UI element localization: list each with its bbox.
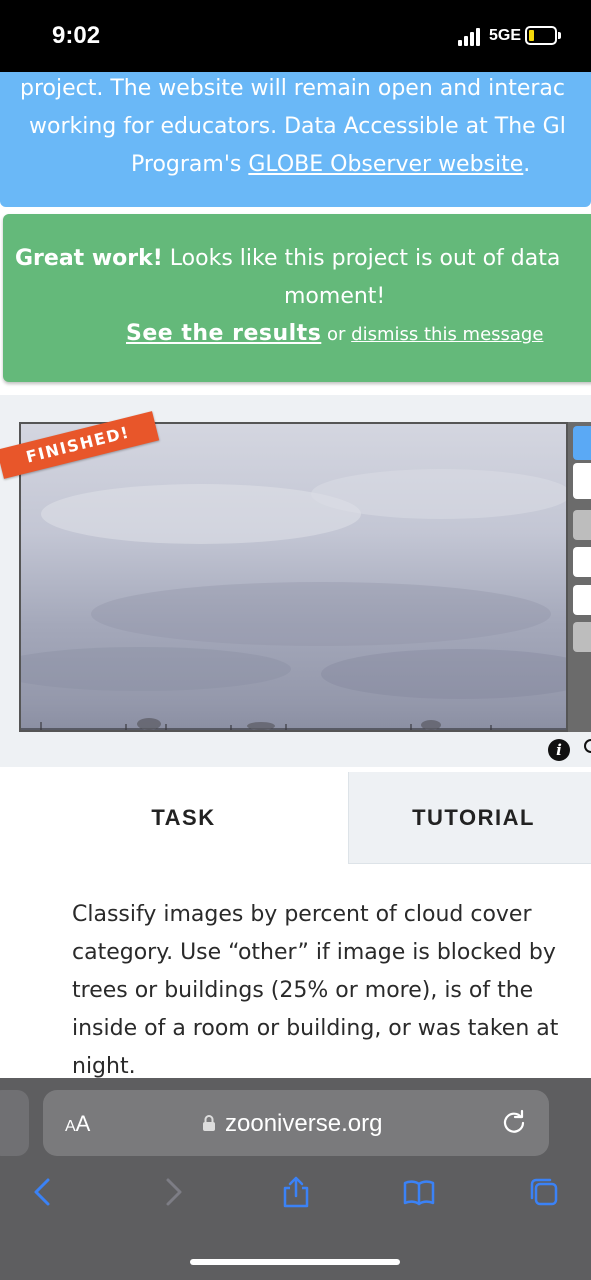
reader-settings-button[interactable]: AA <box>65 1111 90 1137</box>
see-results-link[interactable]: See the results <box>126 321 321 346</box>
network-label: 5GE <box>489 27 522 44</box>
toolbar-button[interactable] <box>573 585 591 615</box>
toolbar-button[interactable] <box>573 622 591 652</box>
forward-icon[interactable] <box>156 1176 188 1208</box>
share-icon[interactable] <box>280 1176 312 1208</box>
toolbar-button[interactable] <box>573 510 591 540</box>
lock-icon <box>203 1115 215 1131</box>
task-line: Classify images by percent of cloud cove… <box>72 902 532 927</box>
previous-tab-peek[interactable] <box>0 1090 29 1156</box>
url-text: zooniverse.org <box>225 1110 383 1137</box>
back-icon[interactable] <box>28 1176 60 1208</box>
reload-icon[interactable] <box>501 1109 527 1135</box>
task-line: trees or buildings (25% or more), is of … <box>72 978 534 1003</box>
battery-icon <box>525 26 557 45</box>
bookmarks-icon[interactable] <box>403 1176 435 1208</box>
finished-message: Great work! Looks like this project is o… <box>15 246 560 271</box>
announcement-banner: project. The website will remain open an… <box>0 72 591 207</box>
great-work-label: Great work! <box>15 246 163 271</box>
metadata-icon[interactable] <box>584 739 591 753</box>
announcement-suffix: . <box>523 152 531 177</box>
announcement-line-1: project. The website will remain open an… <box>20 76 565 101</box>
finished-message-line-2: moment! <box>284 284 386 309</box>
home-indicator <box>190 1259 400 1265</box>
address-bar[interactable]: AA zooniverse.org <box>43 1090 549 1156</box>
tab-tutorial[interactable]: TUTORIAL <box>348 772 591 864</box>
announcement-prefix: Program's <box>131 152 249 177</box>
announcement-line-3: Program's GLOBE Observer website. <box>131 146 530 184</box>
announcement-line-2: working for educators. Data Accessible a… <box>29 114 566 139</box>
task-line: inside of a room or building, or was tak… <box>72 1016 559 1041</box>
info-icon[interactable]: i <box>548 739 570 761</box>
or-label: or <box>321 324 352 345</box>
toolbar-button[interactable] <box>573 463 591 499</box>
subject-image[interactable] <box>19 422 568 732</box>
finished-text: Looks like this project is out of data <box>162 246 561 271</box>
tabs-icon[interactable] <box>528 1176 560 1208</box>
status-time: 9:02 <box>52 22 101 49</box>
globe-observer-link[interactable]: GLOBE Observer website <box>248 152 523 177</box>
status-bar: 9:02 5GE <box>0 0 591 72</box>
toolbar-button[interactable] <box>573 547 591 577</box>
project-finished-banner: Great work! Looks like this project is o… <box>3 214 591 382</box>
toolbar-button-active[interactable] <box>573 426 591 460</box>
task-line: category. Use “other” if image is blocke… <box>72 940 556 965</box>
signal-icon <box>458 28 484 46</box>
task-instructions: Classify images by percent of cloud cove… <box>72 896 591 1086</box>
tab-task[interactable]: TASK <box>19 772 348 864</box>
dismiss-message-link[interactable]: dismiss this message <box>351 324 543 345</box>
finished-actions: See the results or dismiss this message <box>126 321 543 346</box>
battery-cap <box>558 32 561 39</box>
